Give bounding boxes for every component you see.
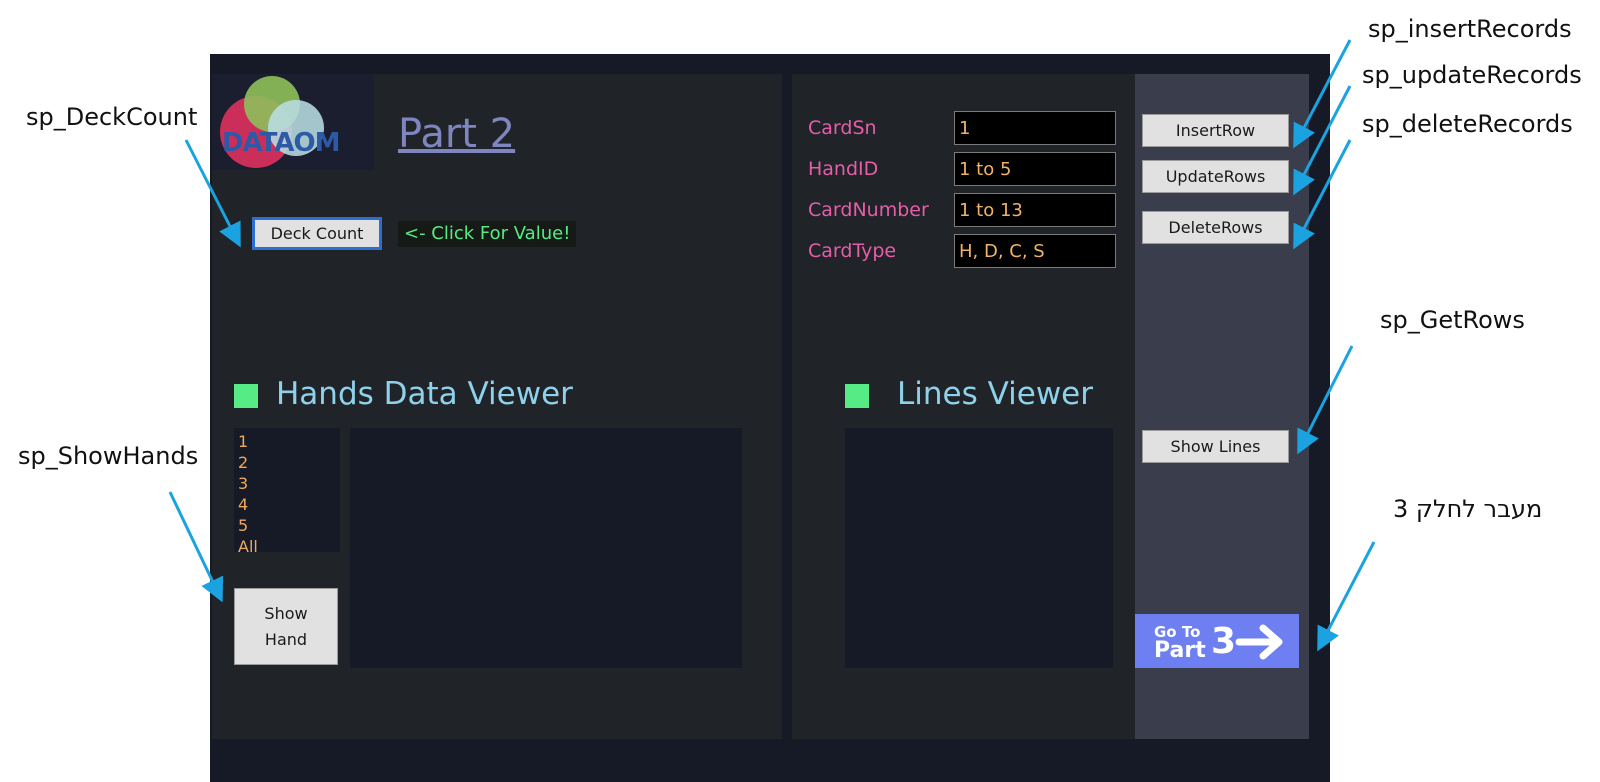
annotation-arrows [168,39,1376,652]
arrow-delete-records [1293,139,1352,250]
arrow-get-rows [1297,345,1354,455]
arrow-go-part3 [1317,541,1376,652]
arrow-deck-count [184,139,241,248]
arrow-update-records [1293,85,1352,196]
arrow-insert-records [1293,39,1352,149]
arrow-show-hands [168,491,224,603]
